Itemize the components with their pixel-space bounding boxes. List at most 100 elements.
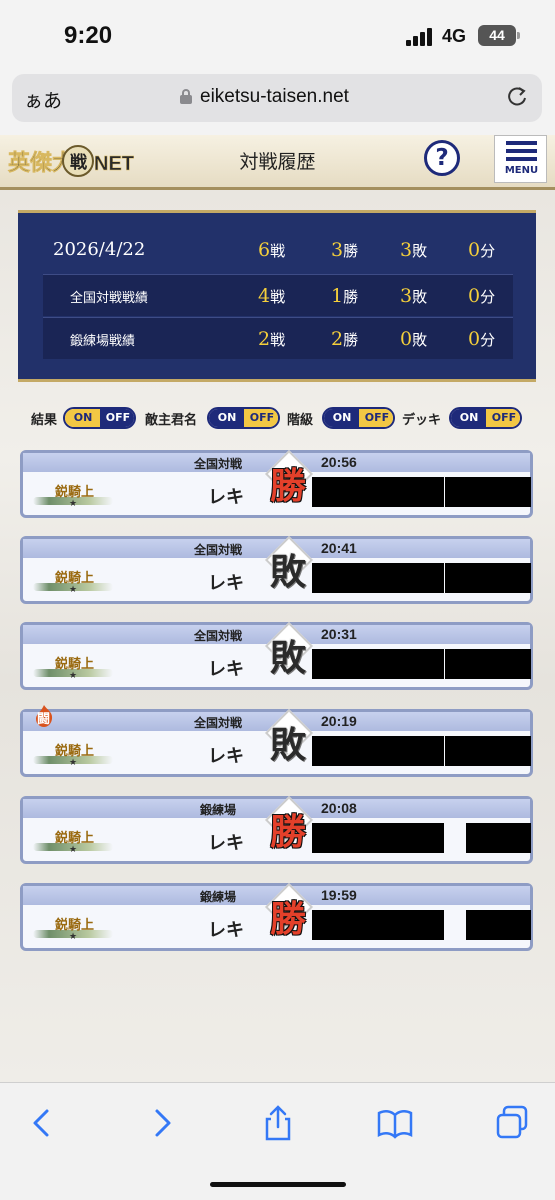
player-name: レキ	[208, 833, 244, 854]
rank-badge: 鋭騎上 ★	[33, 479, 113, 509]
match-mode: 鍛練場	[199, 890, 236, 904]
stats-row-national: 全国対戦戦績 4戦 1勝 3敗 0分	[43, 274, 513, 316]
redacted-block	[445, 736, 531, 766]
national-battles: 4戦	[258, 285, 286, 307]
result-stamp: 敗	[263, 533, 314, 601]
match-mode: 全国対戦	[193, 457, 242, 471]
status-time: 9:20	[64, 22, 113, 49]
page-title: 対戦履歴	[239, 151, 316, 173]
menu-label: MENU	[504, 165, 539, 176]
player-name: レキ	[208, 573, 244, 594]
rank-badge: 鋭騎上 ★	[33, 825, 113, 855]
back-icon[interactable]	[22, 1103, 62, 1143]
match-time: 20:41	[321, 540, 357, 556]
match-mode: 鍛練場	[199, 803, 236, 817]
match-card[interactable]: 全国対戦 20:41 鋭騎上 ★ レキ 敗	[20, 533, 533, 604]
national-losses: 3敗	[400, 285, 428, 307]
toggle-label-result: 結果	[31, 413, 58, 428]
stats-total-row: 2026/4/22 6戦 3勝 3敗 0分	[43, 227, 513, 275]
svg-text:闘: 闘	[37, 712, 50, 727]
bookmarks-icon[interactable]	[375, 1103, 415, 1143]
stats-row-label: 鍛練場戦績	[70, 334, 136, 349]
rank-badge: 鋭騎上 ★	[33, 738, 113, 768]
training-losses: 0敗	[400, 328, 428, 350]
toggle-label-rank: 階級	[287, 413, 314, 428]
total-losses: 3敗	[400, 239, 428, 261]
lock-icon	[180, 89, 192, 104]
site-header: 英傑大 戦 NET 対戦履歴 ? MENU	[0, 135, 555, 190]
national-wins: 1勝	[331, 285, 359, 307]
hamburger-icon	[506, 141, 537, 145]
url-text[interactable]: eiketsu-taisen.net	[200, 86, 349, 108]
fight-badge-icon: 闘	[36, 705, 53, 727]
rank-badge: 鋭騎上 ★	[33, 912, 113, 942]
match-mode: 全国対戦	[193, 716, 242, 730]
player-name: レキ	[208, 659, 244, 680]
address-bar[interactable]: ぁあ eiketsu-taisen.net	[12, 74, 542, 122]
status-bar: 9:20 4G 44	[0, 0, 555, 70]
toggle-deck[interactable]: ON OFF	[449, 407, 522, 429]
redacted-block	[312, 910, 444, 940]
toggle-opponent-name[interactable]: ON OFF	[207, 407, 280, 429]
stats-row-label: 全国対戦戦績	[70, 291, 149, 306]
match-card[interactable]: 鍛練場 19:59 鋭騎上 ★ レキ 勝	[20, 880, 533, 951]
cellular-signal-icon	[406, 28, 436, 46]
result-stamp: 敗	[263, 619, 314, 687]
match-time: 20:19	[321, 713, 357, 729]
training-wins: 2勝	[331, 328, 359, 350]
result-stamp: 勝	[263, 793, 314, 861]
total-draws: 0分	[468, 239, 496, 261]
tabs-icon[interactable]	[492, 1103, 532, 1143]
redacted-block	[312, 823, 444, 853]
home-indicator	[210, 1182, 346, 1187]
match-mode: 全国対戦	[193, 543, 242, 557]
match-card[interactable]: 全国対戦 20:31 鋭騎上 ★ レキ 敗	[20, 619, 533, 690]
result-stamp: 勝	[263, 880, 314, 948]
battery-icon: 44	[478, 25, 520, 46]
rank-badge: 鋭騎上 ★	[33, 565, 113, 595]
stats-row-training: 鍛練場戦績 2戦 2勝 0敗 0分	[43, 317, 513, 359]
match-card[interactable]: 鍛練場 20:08 鋭騎上 ★ レキ 勝	[20, 793, 533, 864]
match-card[interactable]: 全国対戦 20:19 闘 鋭騎上 ★ レキ 敗	[20, 705, 533, 777]
redacted-block	[445, 563, 531, 593]
display-toggles: 結果 ON OFF 敵主君名 ON OFF 階級 ON OFF デッキ ON OFF	[0, 405, 555, 431]
total-wins: 3勝	[331, 239, 359, 261]
rank-badge: 鋭騎上 ★	[33, 651, 113, 681]
menu-button[interactable]: MENU	[494, 135, 547, 183]
training-draws: 0分	[468, 328, 496, 350]
result-stamp: 敗	[263, 706, 314, 774]
result-stamp: 勝	[263, 447, 314, 515]
match-time: 20:31	[321, 626, 357, 642]
reload-icon[interactable]	[506, 86, 528, 108]
player-name: レキ	[208, 746, 244, 767]
forward-icon[interactable]	[142, 1103, 182, 1143]
redacted-block	[466, 823, 531, 853]
network-type: 4G	[442, 26, 467, 46]
share-icon[interactable]	[258, 1103, 298, 1143]
player-name: レキ	[208, 487, 244, 508]
redacted-block	[312, 563, 444, 593]
toggle-rank[interactable]: ON OFF	[322, 407, 395, 429]
stats-panel: 2026/4/22 6戦 3勝 3敗 0分 全国対戦戦績 4戦 1勝 3敗 0分…	[18, 210, 536, 382]
redacted-block	[312, 736, 444, 766]
match-time: 20:08	[321, 800, 357, 816]
reader-options-button[interactable]: ぁあ	[24, 86, 62, 113]
match-card[interactable]: 全国対戦 20:56 鋭騎上 ★ レキ 勝	[20, 447, 533, 518]
toggle-label-deck: デッキ	[402, 413, 442, 428]
match-time: 19:59	[321, 887, 357, 903]
help-button[interactable]: ?	[424, 140, 460, 176]
toggle-result[interactable]: ON OFF	[63, 407, 136, 429]
redacted-block	[445, 477, 531, 507]
redacted-block	[445, 649, 531, 679]
redacted-block	[466, 910, 531, 940]
match-time: 20:56	[321, 454, 357, 470]
redacted-block	[312, 477, 444, 507]
stats-date: 2026/4/22	[53, 239, 146, 260]
match-mode: 全国対戦	[193, 629, 242, 643]
training-battles: 2戦	[258, 328, 286, 350]
redacted-block	[312, 649, 444, 679]
national-draws: 0分	[468, 285, 496, 307]
player-name: レキ	[208, 920, 244, 941]
toggle-label-opponent: 敵主君名	[145, 413, 198, 428]
total-battles: 6戦	[258, 239, 286, 261]
